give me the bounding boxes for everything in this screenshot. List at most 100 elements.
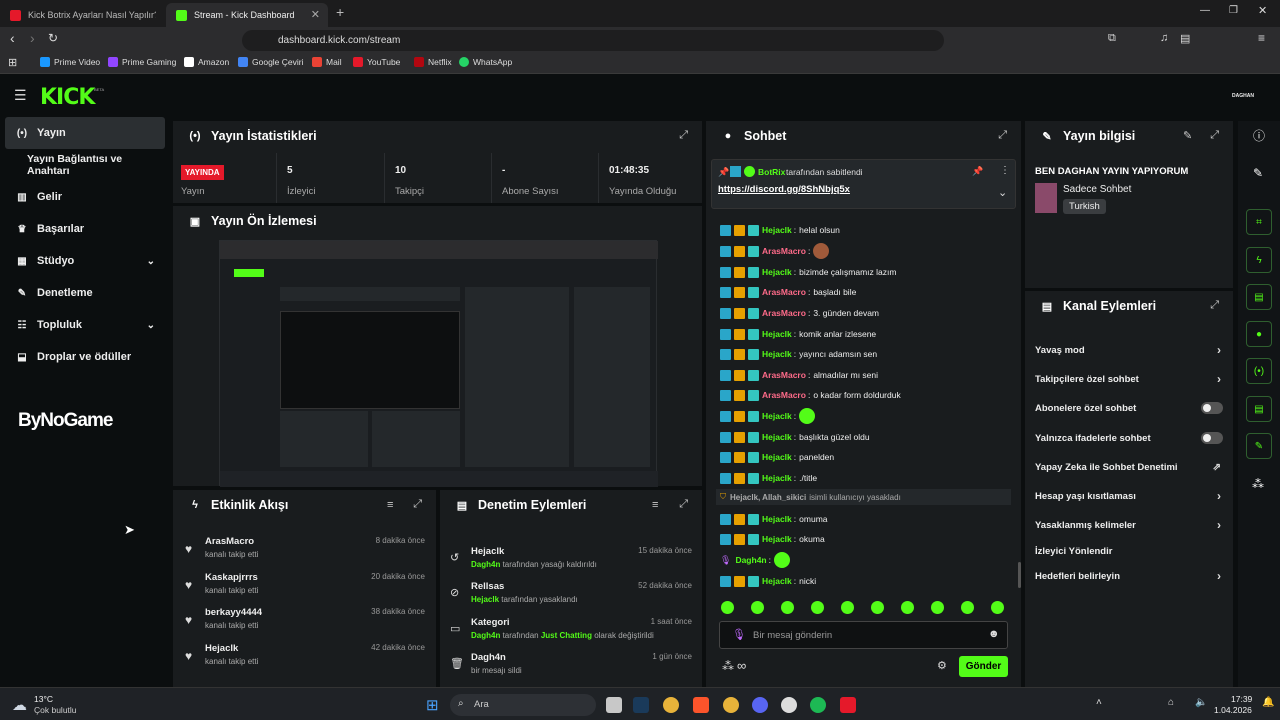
action-account-age[interactable]: Hesap yaşı kısıtlaması ›	[1035, 486, 1225, 506]
bookmark-prime-video[interactable]: Prime Video	[40, 57, 100, 67]
media-icon[interactable]: ♫	[1160, 32, 1168, 44]
notifications-icon[interactable]: 🔔	[1262, 697, 1274, 708]
sidebar-item-yayin[interactable]: (•) Yayın	[5, 117, 165, 149]
bookmark-prime-gaming[interactable]: Prime Gaming	[108, 57, 176, 67]
chat-username[interactable]: ArasMacro	[762, 370, 806, 380]
bookmark-whatsapp[interactable]: WhatsApp	[459, 57, 512, 67]
bookmark-translate[interactable]: Google Çeviri	[238, 57, 304, 67]
address-bar[interactable]: dashboard.kick.com/stream	[242, 30, 944, 51]
action-slow-mode[interactable]: Yavaş mod ›	[1035, 340, 1225, 360]
emoji-icon[interactable]: ☻	[988, 628, 1000, 640]
action-goals[interactable]: Hedefleri belirleyin ›	[1035, 566, 1225, 586]
bynogame-logo[interactable]: ByNoGame	[18, 410, 113, 432]
reload-icon[interactable]: ↻	[48, 31, 58, 45]
activity-user[interactable]: berkayy4444	[205, 607, 262, 618]
emote-icon[interactable]	[841, 601, 854, 614]
mod-target[interactable]: Rellsas	[471, 581, 504, 592]
sidebar-item-gelir[interactable]: ▥ Gelir	[5, 181, 165, 213]
settings-gear-icon[interactable]: ⚙	[937, 659, 947, 672]
chat-emote[interactable]	[773, 552, 790, 568]
sidebar-item-denetleme[interactable]: ✎ Denetleme	[5, 277, 165, 309]
pinned-link[interactable]: https://discord.gg/8ShNbjq5x	[718, 184, 850, 195]
chat-username[interactable]: ArasMacro	[762, 287, 806, 297]
close-window-icon[interactable]: ✕	[1258, 4, 1267, 17]
browser-tab-kick[interactable]: Stream - Kick Dashboard ✕	[166, 3, 328, 27]
clock-time[interactable]: 17:39	[1231, 694, 1252, 704]
quick-action-broadcast[interactable]: (•)	[1246, 358, 1272, 384]
chat-username[interactable]: Hejaclk	[762, 411, 792, 421]
hamburger-menu-icon[interactable]: ☰	[14, 87, 27, 104]
stream-tag[interactable]: Turkish	[1063, 199, 1106, 214]
emote-icon[interactable]	[751, 601, 764, 614]
quick-action-lightning[interactable]: ϟ	[1246, 247, 1272, 273]
sidebar-item-studyo[interactable]: ▦ Stüdyo ⌄	[5, 245, 165, 277]
browser-tab-youtube[interactable]: Kick Botrix Ayarları Nasıl Yapılır? Taki…	[0, 3, 160, 27]
edit-pencil-icon[interactable]: ✎	[1183, 129, 1192, 142]
expand-icon[interactable]: ⤢	[1210, 299, 1219, 312]
clock-date[interactable]: 1.04.2026	[1214, 705, 1252, 715]
chat-username[interactable]: Hejaclk	[762, 534, 792, 544]
more-options-icon[interactable]: ⋮	[1000, 165, 1010, 176]
chat-username[interactable]: Hejaclk	[762, 432, 792, 442]
chat-username[interactable]: Hejaclk	[762, 514, 792, 524]
discord-icon[interactable]	[752, 697, 768, 713]
mod-actor[interactable]: Dagh4n	[471, 560, 500, 569]
chrome-icon[interactable]	[663, 697, 679, 713]
sidebar-item-stream-key[interactable]: Yayın Bağlantısı ve Anahtarı	[5, 149, 165, 181]
unpin-icon[interactable]: 📌	[972, 166, 983, 177]
subscribers-only-toggle[interactable]	[1201, 402, 1223, 414]
extensions-icon[interactable]: ⧉	[1108, 32, 1116, 45]
mod-actor[interactable]: Hejaclk	[471, 595, 499, 604]
tray-chevron-icon[interactable]: ˄	[1096, 697, 1102, 708]
minimize-icon[interactable]: —	[1200, 5, 1210, 16]
filter-icon[interactable]: ≡	[387, 499, 393, 511]
forward-icon[interactable]: ›	[30, 30, 35, 46]
chat-username[interactable]: Hejaclk	[762, 225, 792, 235]
expand-icon[interactable]: ⤢	[998, 129, 1007, 142]
sidebar-toggle-icon[interactable]: ▤	[1180, 32, 1190, 45]
stream-preview-video[interactable]	[219, 240, 658, 487]
sidebar-item-basarilar[interactable]: ♛ Başarılar	[5, 213, 165, 245]
activity-user[interactable]: Kaskapjrrrs	[205, 572, 258, 583]
action-banned-words[interactable]: Yasaklanmış kelimeler ›	[1035, 515, 1225, 535]
stream-category[interactable]: Sadece Sohbet	[1063, 184, 1131, 195]
chat-username[interactable]: Hejaclk	[762, 267, 792, 277]
spotify-icon[interactable]	[810, 697, 826, 713]
filter-icon[interactable]: ≡	[652, 499, 658, 511]
chat-username[interactable]: Dagh4n	[735, 555, 766, 565]
emote-icon[interactable]	[901, 601, 914, 614]
chat-username[interactable]: ArasMacro	[762, 246, 806, 256]
emote-icon[interactable]	[931, 601, 944, 614]
chat-username[interactable]: Hejaclk	[762, 349, 792, 359]
steam-icon[interactable]	[633, 697, 649, 713]
menu-icon[interactable]: ≡	[1258, 31, 1265, 45]
github-icon[interactable]	[781, 697, 797, 713]
expand-icon[interactable]: ⤢	[679, 498, 688, 511]
file-explorer-icon[interactable]	[606, 697, 622, 713]
emote-only-toggle[interactable]	[1201, 432, 1223, 444]
windows-start-icon[interactable]: ⊞	[426, 696, 439, 714]
send-button[interactable]: Gönder	[959, 656, 1008, 677]
expand-icon[interactable]: ⤢	[679, 129, 688, 142]
action-followers-only[interactable]: Takipçilere özel sohbet ›	[1035, 369, 1225, 389]
close-tab-icon[interactable]: ✕	[311, 8, 320, 21]
microphone-icon[interactable]: 🎙	[732, 628, 746, 641]
app-icon[interactable]	[840, 697, 856, 713]
emote-icon[interactable]	[781, 601, 794, 614]
emote-icon[interactable]	[811, 601, 824, 614]
chat-username[interactable]: Hejaclk	[762, 576, 792, 586]
brave-icon[interactable]	[693, 697, 709, 713]
bookmark-amazon[interactable]: Amazon	[184, 57, 229, 67]
botrix-icon[interactable]: ⁂	[1252, 477, 1264, 491]
chat-emote[interactable]	[799, 408, 816, 424]
bookmark-netflix[interactable]: Netflix	[414, 57, 452, 67]
chat-emote[interactable]	[813, 243, 830, 259]
emote-icon[interactable]	[991, 601, 1004, 614]
user-name[interactable]: DAGHAN	[1232, 93, 1254, 99]
bookmark-youtube[interactable]: YouTube	[353, 57, 400, 67]
quick-action-notes[interactable]: ▤	[1246, 284, 1272, 310]
bookmark-mail[interactable]: Mail	[312, 57, 342, 67]
action-raid[interactable]: İzleyici Yönlendir	[1035, 541, 1225, 561]
back-icon[interactable]: ‹	[10, 30, 15, 46]
edit-pencil-icon[interactable]: ✎	[1253, 166, 1263, 180]
